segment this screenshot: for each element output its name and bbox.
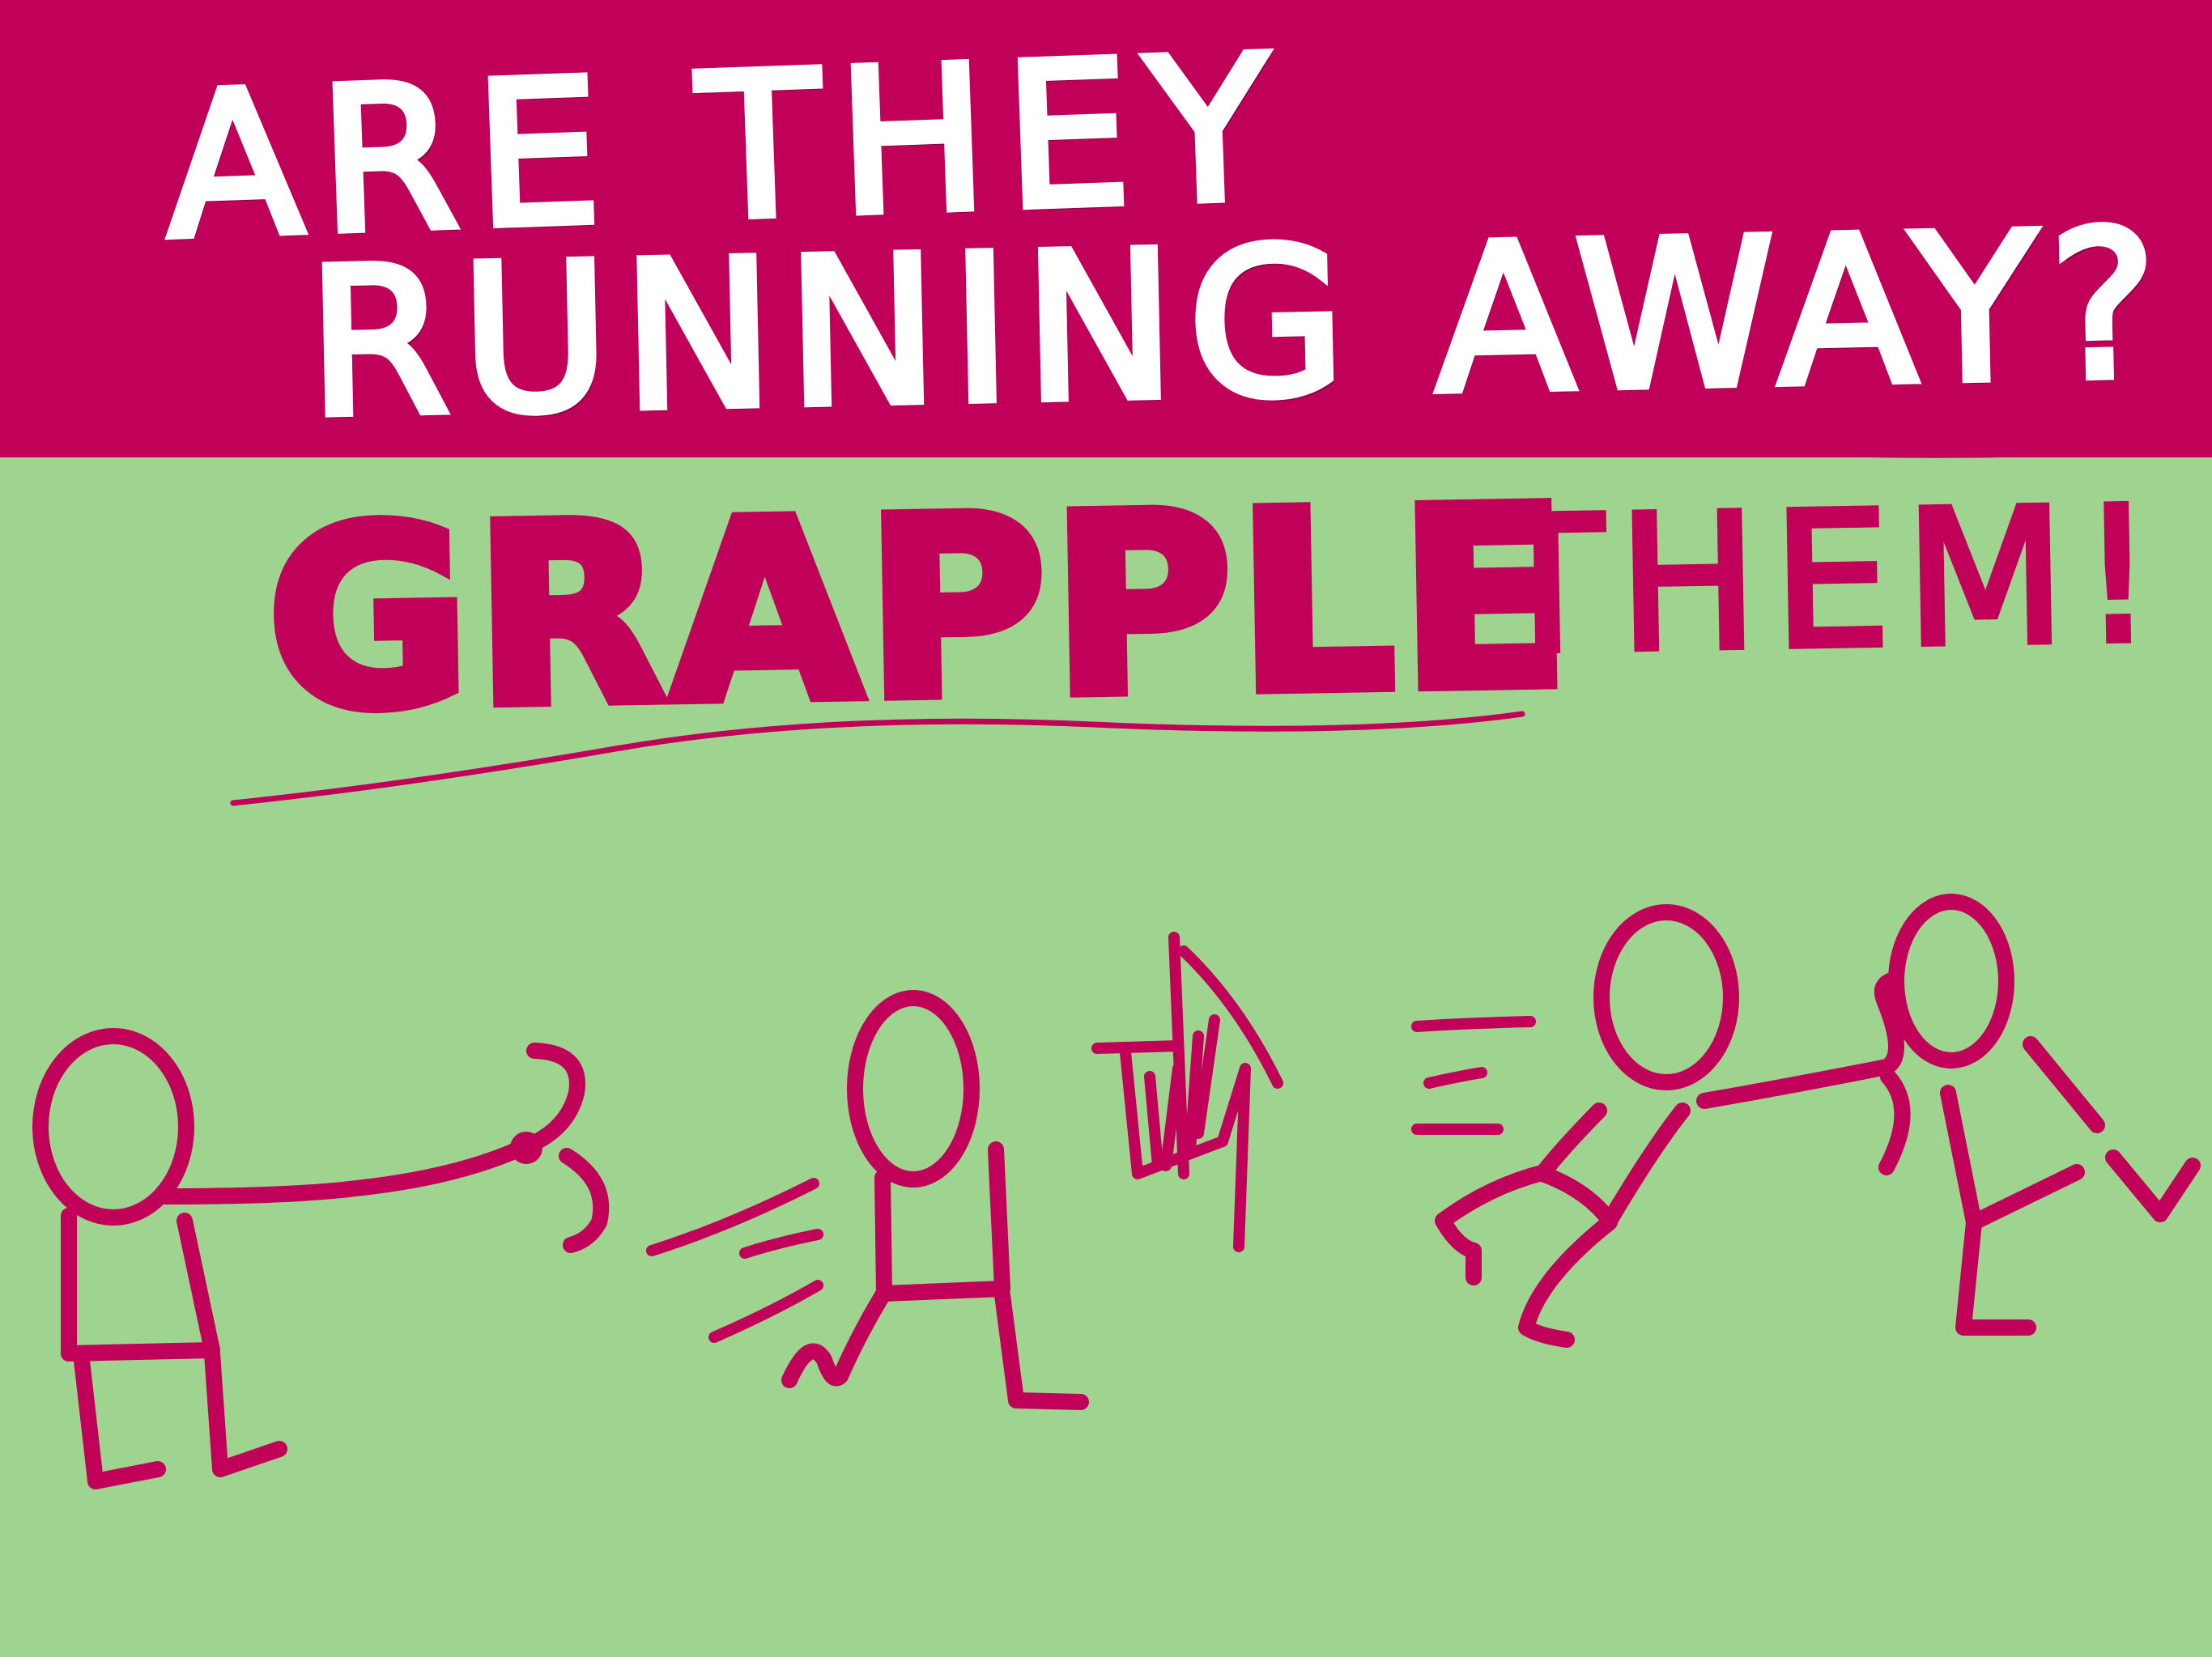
runner-left-leg bbox=[781, 1287, 891, 1388]
pulled-foot bbox=[2105, 1149, 2201, 1222]
grappler-figure bbox=[32, 1028, 526, 1489]
hook-lower-prong bbox=[559, 1148, 610, 1253]
runner-head bbox=[847, 990, 980, 1188]
pulled-head bbox=[1888, 894, 2014, 1069]
hook-knot bbox=[510, 1132, 542, 1164]
grappler-left-leg bbox=[73, 1345, 166, 1489]
grappler-right-leg bbox=[204, 1345, 287, 1477]
flag-object bbox=[1091, 932, 1283, 1252]
motion-lines-1 bbox=[646, 1178, 823, 1343]
runner-right-leg bbox=[994, 1287, 1089, 1410]
captured-right-leg bbox=[1518, 1214, 1618, 1348]
pulled-arm bbox=[1878, 1069, 1911, 1175]
grappling-hook bbox=[510, 1043, 610, 1253]
motion-lines-2 bbox=[1411, 1016, 1536, 1135]
drawing-canvas: ARE THEY RUNNING AWAY? GRAPPLE THEM! bbox=[0, 0, 2212, 1657]
pulled-back-leg bbox=[2023, 1036, 2105, 1133]
grappler-arm bbox=[158, 1141, 526, 1205]
stick-figure-illustration bbox=[32, 894, 2201, 1489]
runner-figure bbox=[781, 990, 1089, 1410]
pulled-leg bbox=[1966, 1164, 2085, 1230]
captured-head bbox=[1593, 904, 1739, 1090]
pulled-figure bbox=[1696, 894, 2201, 1336]
captured-left-leg bbox=[1435, 1164, 1553, 1285]
grappler-body bbox=[61, 1208, 220, 1362]
captured-body bbox=[1534, 1103, 1691, 1229]
